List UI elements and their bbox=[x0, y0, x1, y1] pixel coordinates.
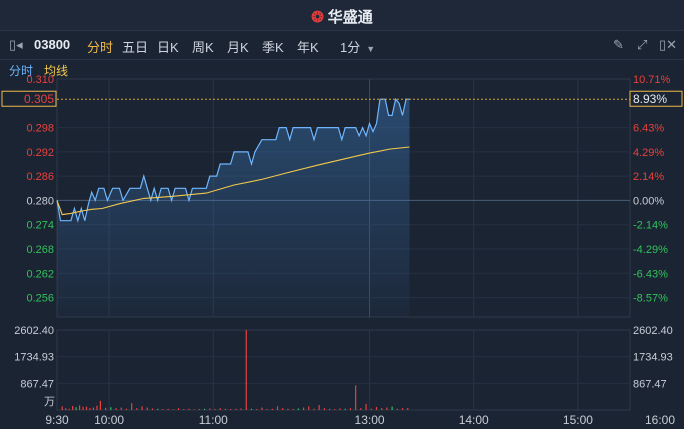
volume-tick-label: 2602.40 bbox=[14, 325, 54, 337]
price-tick-label: 0.310 bbox=[26, 74, 54, 86]
pct-tick-label: 6.43% bbox=[633, 123, 664, 135]
volume-pane-frame bbox=[56, 329, 631, 411]
price-tick-label: 0.298 bbox=[26, 123, 54, 135]
price-tick-label: 0.256 bbox=[26, 293, 54, 305]
pct-tick-label: -2.14% bbox=[633, 220, 668, 232]
x-tick-label: 16:00 bbox=[645, 413, 675, 427]
x-tick-label: 14:00 bbox=[459, 413, 489, 427]
pct-tick-label: 10.71% bbox=[633, 74, 671, 86]
pct-tick-label: 2.14% bbox=[633, 171, 664, 183]
x-tick-label: 15:00 bbox=[563, 413, 593, 427]
current-price-label: 0.305 bbox=[24, 92, 54, 106]
volume-unit: 万 bbox=[44, 396, 55, 408]
volume-tick-label-right: 867.47 bbox=[633, 378, 667, 390]
price-tick-label: 0.262 bbox=[26, 268, 54, 280]
x-tick-label: 9:30 bbox=[45, 413, 69, 427]
pct-tick-label: 4.29% bbox=[633, 147, 664, 159]
chart-canvas: 0.310 10.71% 0.298 6.43% 0.292 4.29% 0.286 2.14… bbox=[1, 74, 683, 427]
x-tick-label: 13:00 bbox=[355, 413, 385, 427]
pct-tick-label: -4.29% bbox=[633, 244, 668, 256]
volume-tick-label-right: 2602.40 bbox=[633, 325, 673, 337]
volume-tick-label-right: 1734.93 bbox=[633, 352, 673, 364]
price-tick-label: 0.274 bbox=[26, 220, 54, 232]
x-tick-label: 10:00 bbox=[94, 413, 124, 427]
current-pct-label: 8.93% bbox=[633, 92, 667, 106]
price-tick-label: 0.268 bbox=[26, 244, 54, 256]
price-tick-label: 0.292 bbox=[26, 147, 54, 159]
volume-tick-label: 867.47 bbox=[20, 378, 54, 390]
price-tick-label: 0.286 bbox=[26, 171, 54, 183]
volume-tick-label: 1734.93 bbox=[14, 352, 54, 364]
x-tick-label: 11:00 bbox=[199, 413, 228, 427]
price-area bbox=[57, 99, 410, 317]
pct-tick-label: -8.57% bbox=[633, 293, 668, 305]
price-tick-label: 0.280 bbox=[26, 195, 54, 207]
pct-tick-label: 0.00% bbox=[633, 195, 664, 207]
pct-tick-label: -6.43% bbox=[633, 268, 668, 280]
